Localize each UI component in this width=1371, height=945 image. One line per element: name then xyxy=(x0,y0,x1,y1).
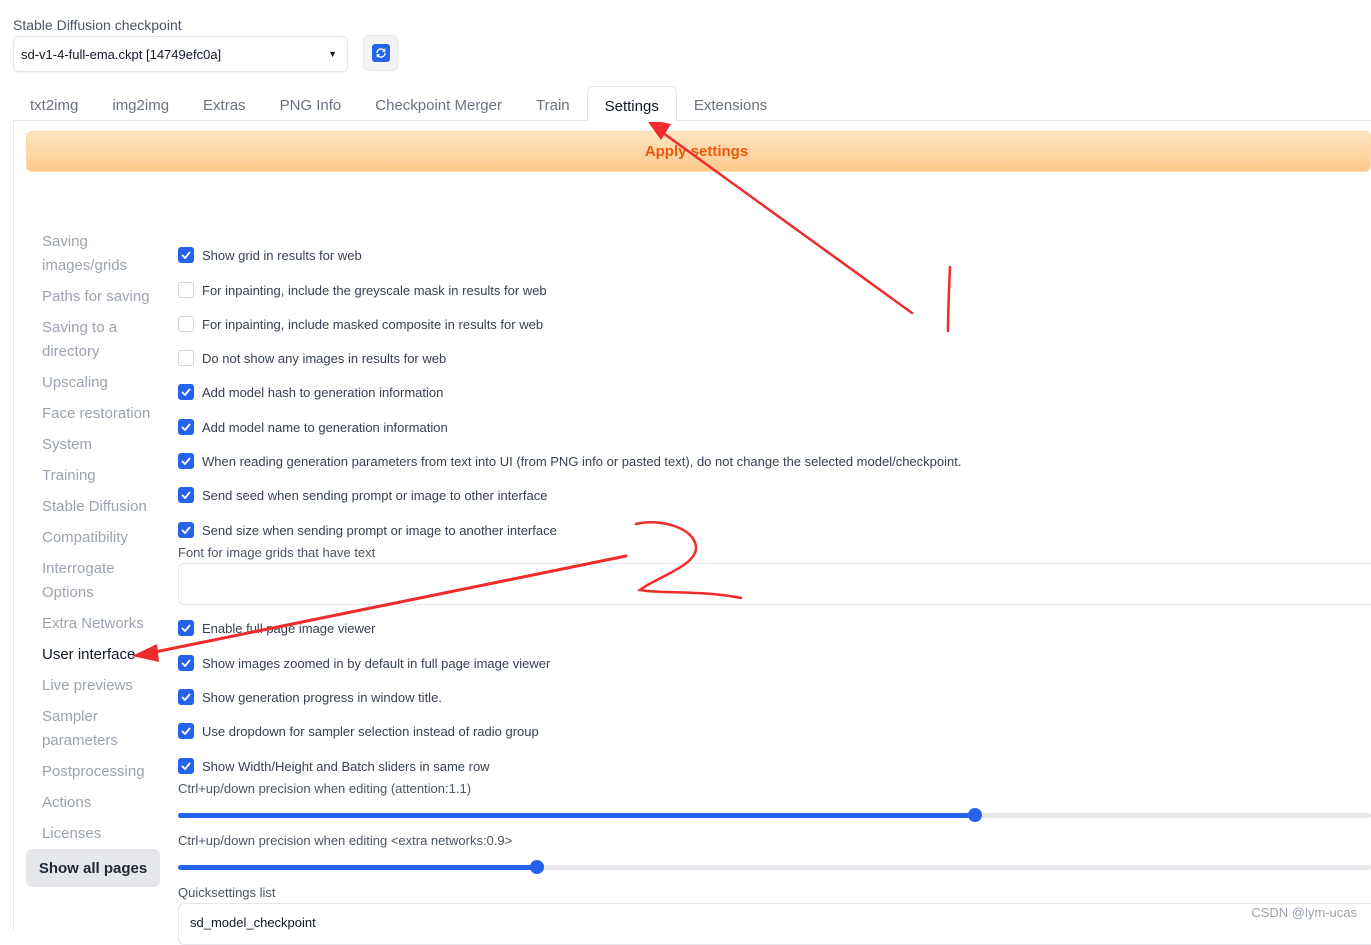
setting-label: Show images zoomed in by default in full… xyxy=(202,655,551,671)
tab-png-info[interactable]: PNG Info xyxy=(263,86,359,121)
slider-fill xyxy=(178,813,975,818)
setting-label: Send size when sending prompt or image t… xyxy=(202,522,557,538)
setting-send-size[interactable]: Send size when sending prompt or image t… xyxy=(178,522,557,538)
tab-settings[interactable]: Settings xyxy=(586,86,677,122)
checkpoint-label: Stable Diffusion checkpoint xyxy=(13,17,182,33)
extra-networks-precision-slider[interactable] xyxy=(178,859,1371,875)
sidebar-item-saving-images-grids[interactable]: Saving images/grids xyxy=(42,230,137,278)
sidebar-item-training[interactable]: Training xyxy=(42,464,162,488)
setting-full-page-viewer[interactable]: Enable full page image viewer xyxy=(178,620,375,636)
setting-label: For inpainting, include masked composite… xyxy=(202,316,544,332)
font-field-input[interactable] xyxy=(178,563,1371,605)
settings-sidebar: Saving images/grids Paths for saving Sav… xyxy=(42,230,162,853)
slider-thumb[interactable] xyxy=(967,808,982,822)
setting-progress-title[interactable]: Show generation progress in window title… xyxy=(178,689,442,705)
setting-inpaint-greyscale-mask[interactable]: For inpainting, include the greyscale ma… xyxy=(178,282,547,298)
setting-send-seed[interactable]: Send seed when sending prompt or image t… xyxy=(178,487,547,503)
sidebar-item-licenses[interactable]: Licenses xyxy=(42,822,162,846)
checkbox-unchecked[interactable] xyxy=(178,316,194,332)
annotation-number-one xyxy=(946,265,952,333)
attention-slider-label: Ctrl+up/down precision when editing (att… xyxy=(178,781,472,796)
slider-thumb[interactable] xyxy=(530,860,545,874)
sidebar-item-interrogate-options[interactable]: Interrogate Options xyxy=(42,557,132,605)
panel-border xyxy=(13,120,14,930)
sidebar-item-saving-to-directory[interactable]: Saving to a directory xyxy=(42,316,132,364)
setting-inpaint-masked-composite[interactable]: For inpainting, include masked composite… xyxy=(178,316,543,332)
checkbox-checked[interactable] xyxy=(178,247,194,263)
checkbox-unchecked[interactable] xyxy=(178,350,194,366)
setting-label: Show generation progress in window title… xyxy=(202,689,442,705)
checkbox-checked[interactable] xyxy=(178,487,194,503)
sidebar-item-upscaling[interactable]: Upscaling xyxy=(42,371,162,395)
sidebar-item-compatibility[interactable]: Compatibility xyxy=(42,526,162,550)
tab-divider xyxy=(13,120,1371,121)
extra-networks-slider-label: Ctrl+up/down precision when editing <ext… xyxy=(178,833,513,848)
setting-zoomed-images[interactable]: Show images zoomed in by default in full… xyxy=(178,655,550,671)
slider-fill xyxy=(178,865,538,870)
tab-train[interactable]: Train xyxy=(519,86,587,121)
setting-label: Use dropdown for sampler selection inste… xyxy=(202,723,539,739)
sidebar-item-extra-networks[interactable]: Extra Networks xyxy=(42,612,162,636)
sidebar-item-postprocessing[interactable]: Postprocessing xyxy=(42,760,162,784)
setting-label: Show Width/Height and Batch sliders in s… xyxy=(202,758,490,774)
checkbox-checked[interactable] xyxy=(178,655,194,671)
setting-sliders-same-row[interactable]: Show Width/Height and Batch sliders in s… xyxy=(178,758,490,774)
setting-sampler-dropdown[interactable]: Use dropdown for sampler selection inste… xyxy=(178,723,539,739)
refresh-icon xyxy=(371,44,390,62)
sidebar-item-stable-diffusion[interactable]: Stable Diffusion xyxy=(42,495,162,519)
main-tabs: txt2img img2img Extras PNG Info Checkpoi… xyxy=(13,86,784,122)
quicksettings-input[interactable]: sd_model_checkpoint xyxy=(178,903,1371,945)
sidebar-item-paths-for-saving[interactable]: Paths for saving xyxy=(42,285,162,309)
sidebar-item-sampler-parameters[interactable]: Sampler parameters xyxy=(42,705,132,753)
checkbox-unchecked[interactable] xyxy=(178,282,194,298)
setting-label: Add model hash to generation information xyxy=(202,384,444,400)
checkbox-checked[interactable] xyxy=(178,384,194,400)
checkbox-checked[interactable] xyxy=(178,419,194,435)
setting-model-hash[interactable]: Add model hash to generation information xyxy=(178,384,443,400)
show-all-pages-button[interactable]: Show all pages xyxy=(26,849,160,887)
checkbox-checked[interactable] xyxy=(178,620,194,636)
setting-label: For inpainting, include the greyscale ma… xyxy=(202,282,547,298)
sidebar-item-actions[interactable]: Actions xyxy=(42,791,162,815)
checkbox-checked[interactable] xyxy=(178,689,194,705)
setting-label: When reading generation parameters from … xyxy=(202,453,962,469)
quicksettings-label: Quicksettings list xyxy=(178,885,276,900)
checkbox-checked[interactable] xyxy=(178,723,194,739)
refresh-checkpoint-button[interactable] xyxy=(363,35,398,71)
checkbox-checked[interactable] xyxy=(178,522,194,538)
tab-extras[interactable]: Extras xyxy=(186,86,263,121)
setting-keep-checkpoint[interactable]: When reading generation parameters from … xyxy=(178,453,961,469)
apply-settings-button[interactable]: Apply settings xyxy=(26,131,1371,172)
tab-txt2img[interactable]: txt2img xyxy=(13,86,95,121)
chevron-down-icon: ▼ xyxy=(328,49,337,59)
setting-label: Do not show any images in results for we… xyxy=(202,350,447,366)
setting-model-name[interactable]: Add model name to generation information xyxy=(178,419,448,435)
attention-precision-slider[interactable] xyxy=(178,807,1371,823)
setting-label: Add model name to generation information xyxy=(202,419,448,435)
sidebar-item-face-restoration[interactable]: Face restoration xyxy=(42,402,162,426)
checkbox-checked[interactable] xyxy=(178,453,194,469)
tab-checkpoint-merger[interactable]: Checkpoint Merger xyxy=(358,86,519,121)
sidebar-item-system[interactable]: System xyxy=(42,433,162,457)
checkpoint-dropdown[interactable]: sd-v1-4-full-ema.ckpt [14749efc0a] ▼ xyxy=(13,36,348,72)
font-field-label: Font for image grids that have text xyxy=(178,545,376,560)
setting-hide-images[interactable]: Do not show any images in results for we… xyxy=(178,350,446,366)
tab-extensions[interactable]: Extensions xyxy=(677,86,784,121)
setting-label: Show grid in results for web xyxy=(202,247,362,263)
tab-img2img[interactable]: img2img xyxy=(95,86,186,121)
sidebar-item-live-previews[interactable]: Live previews xyxy=(42,674,162,698)
setting-label: Send seed when sending prompt or image t… xyxy=(202,487,548,503)
checkbox-checked[interactable] xyxy=(178,758,194,774)
watermark: CSDN @lym-ucas xyxy=(1251,905,1357,920)
setting-label: Enable full page image viewer xyxy=(202,620,376,636)
setting-show-grid[interactable]: Show grid in results for web xyxy=(178,247,362,263)
sidebar-item-user-interface[interactable]: User interface xyxy=(42,643,162,667)
checkpoint-value: sd-v1-4-full-ema.ckpt [14749efc0a] xyxy=(21,46,222,62)
